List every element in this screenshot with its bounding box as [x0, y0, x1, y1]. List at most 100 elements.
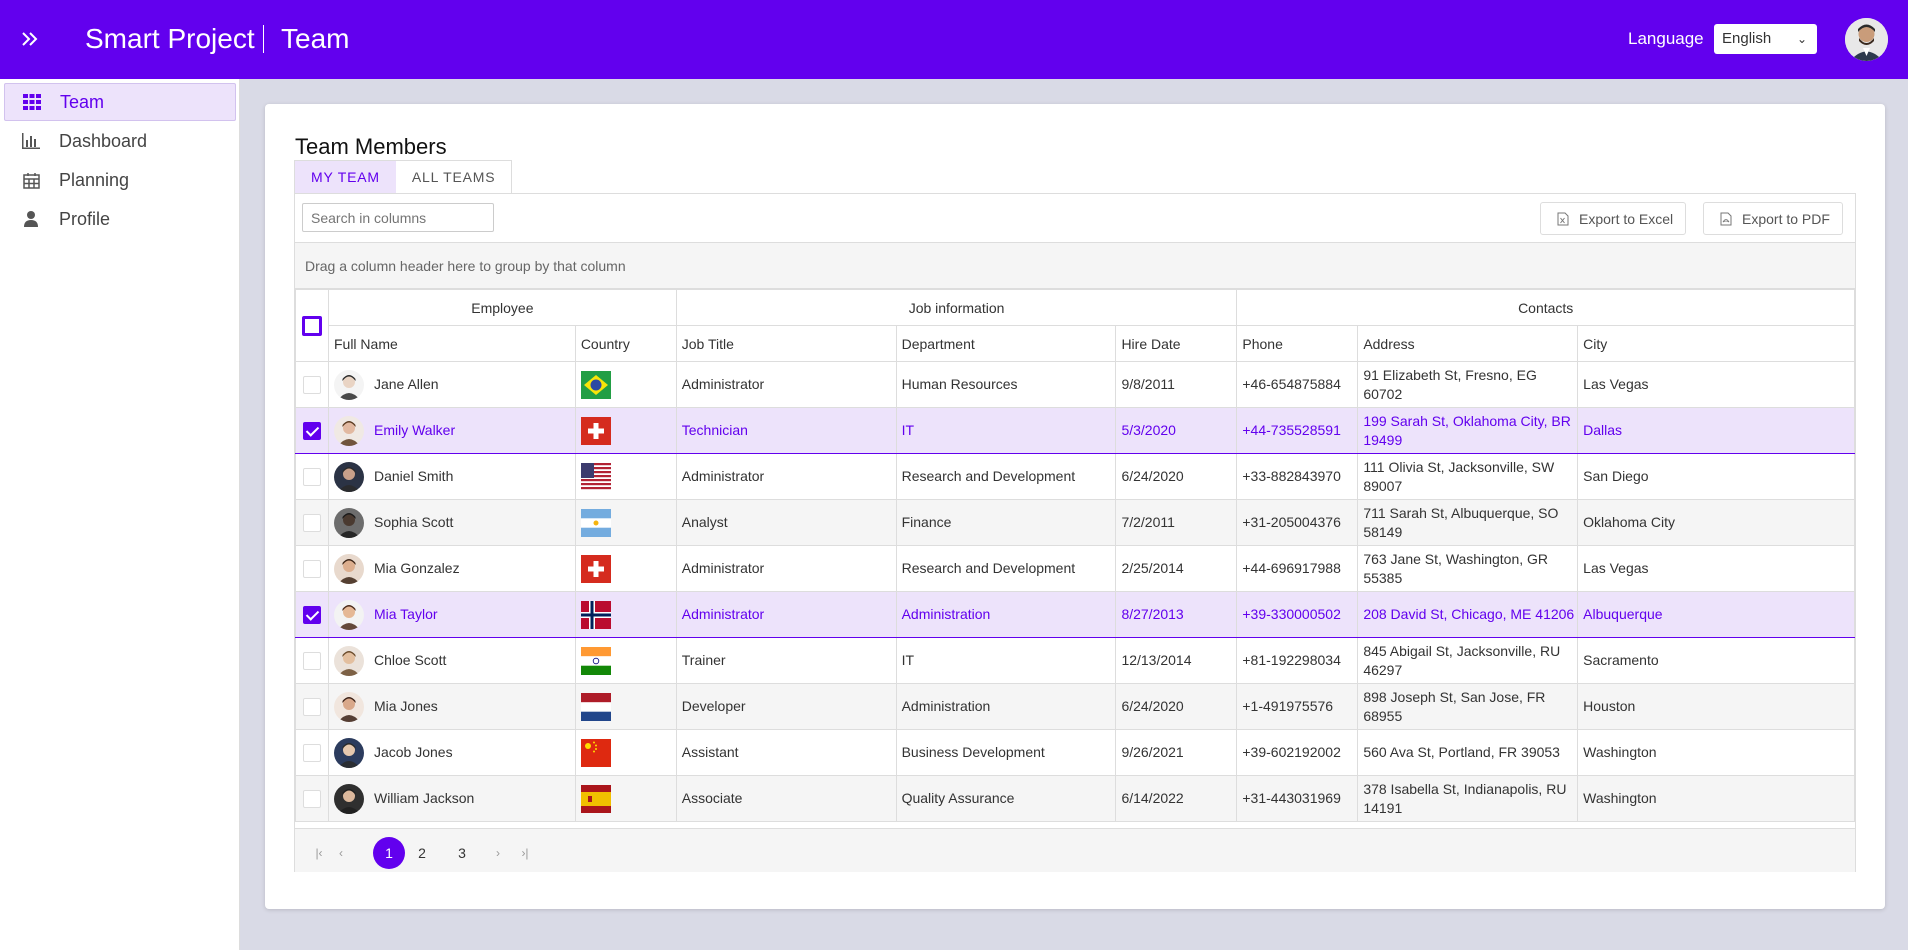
column-header-country[interactable]: Country [574, 325, 677, 362]
cell-department: IT [895, 637, 1117, 684]
user-avatar[interactable] [1845, 18, 1888, 61]
row-select-cell [295, 729, 329, 776]
group-panel[interactable]: Drag a column header here to group by th… [295, 243, 1855, 289]
row-checkbox[interactable] [302, 514, 321, 533]
row-checkbox[interactable] [302, 376, 321, 395]
column-header-city[interactable]: City [1577, 325, 1855, 362]
sidebar-item-profile[interactable]: Profile [4, 200, 236, 238]
user-icon [20, 210, 42, 228]
row-select-cell [295, 775, 329, 822]
cell-hire-date: 9/8/2011 [1115, 361, 1238, 408]
cell-city: Sacramento [1577, 637, 1855, 684]
row-checkbox[interactable] [302, 698, 321, 717]
table-row[interactable]: Emily Walker Technician IT 5/3/2020 +44-7355… [295, 407, 1855, 454]
page-button[interactable]: 2 [406, 837, 438, 869]
page-button[interactable]: 1 [373, 837, 405, 869]
cell-city: Las Vegas [1577, 361, 1855, 408]
table-row[interactable]: William Jackson Associate Quality Assuranc… [295, 775, 1855, 822]
cell-full-name: Mia Gonzalez [327, 545, 576, 592]
grid-icon [21, 93, 43, 111]
row-select-cell [295, 591, 329, 638]
search-input[interactable] [302, 203, 494, 232]
norway-flag-icon [580, 600, 611, 629]
team-table: Employee Job information Contacts Full N… [295, 289, 1855, 822]
row-checkbox[interactable] [302, 606, 321, 625]
bar-chart-icon [20, 132, 42, 150]
tab-all-teams[interactable]: ALL TEAMS [396, 161, 511, 194]
sidebar-item-dashboard[interactable]: Dashboard [4, 122, 236, 160]
row-select-cell [295, 545, 329, 592]
row-checkbox[interactable] [302, 468, 321, 487]
employee-avatar [333, 461, 364, 492]
tab-my-team[interactable]: MY TEAM [295, 161, 396, 194]
cell-address: 378 Isabella St, Indianapolis, RU 14191 [1357, 775, 1579, 822]
employee-avatar [333, 507, 364, 538]
language-select[interactable]: English ⌄ [1714, 24, 1817, 54]
cell-full-name: Jacob Jones [327, 729, 576, 776]
cell-job-title: Assistant [675, 729, 897, 776]
chevron-down-icon: ⌄ [1796, 32, 1807, 46]
sidebar-item-label: Profile [59, 208, 111, 229]
row-checkbox[interactable] [302, 560, 321, 579]
column-header-hire-date[interactable]: Hire Date [1115, 325, 1238, 362]
table-row[interactable]: Mia Jones Developer Administration 6/24/202… [295, 683, 1855, 730]
table-row[interactable]: Mia Taylor Administrator Administration 8/2… [295, 591, 1855, 638]
cell-hire-date: 5/3/2020 [1115, 407, 1238, 454]
cell-hire-date: 7/2/2011 [1115, 499, 1238, 546]
row-checkbox[interactable] [302, 652, 321, 671]
table-row[interactable]: Mia Gonzalez Administrator Research and De… [295, 545, 1855, 592]
cell-hire-date: 9/26/2021 [1115, 729, 1238, 776]
cell-department: Business Development [895, 729, 1117, 776]
row-checkbox[interactable] [302, 744, 321, 763]
column-header-address[interactable]: Address [1357, 325, 1579, 362]
sidebar-item-planning[interactable]: Planning [4, 161, 236, 199]
column-header-phone[interactable]: Phone [1236, 325, 1359, 362]
employee-name: Jane Allen [373, 376, 439, 392]
table-row[interactable]: Chloe Scott Trainer IT 12/13/2014 +81-192298… [295, 637, 1855, 684]
last-page-icon[interactable]: ›| [509, 837, 541, 869]
team-members-card: Team Members MY TEAM ALL TEAMS Export to… [265, 104, 1885, 909]
cell-job-title: Administrator [675, 361, 897, 408]
cell-job-title: Administrator [675, 545, 897, 592]
cell-city: Dallas [1577, 407, 1855, 454]
usa-flag-icon [580, 462, 611, 491]
language-label: Language [1628, 29, 1704, 48]
employee-name: William Jackson [373, 790, 475, 806]
pdf-file-icon [1720, 212, 1732, 225]
column-header-full-name[interactable]: Full Name [327, 325, 576, 362]
cell-department: Research and Development [895, 453, 1117, 500]
table-row[interactable]: Jane Allen Administrator Human Resources 9/… [295, 361, 1855, 408]
cell-country [574, 453, 677, 500]
previous-page-icon[interactable]: ‹ [325, 837, 357, 869]
select-all-checkbox[interactable] [301, 315, 322, 336]
row-checkbox[interactable] [302, 790, 321, 809]
page-button[interactable]: 3 [446, 837, 478, 869]
export-pdf-button[interactable]: Export to PDF [1703, 202, 1843, 235]
india-flag-icon [580, 646, 611, 675]
cell-full-name: Jane Allen [327, 361, 576, 408]
cell-country [574, 729, 677, 776]
table-row[interactable]: Daniel Smith Administrator Research and De… [295, 453, 1855, 500]
export-excel-button[interactable]: Export to Excel [1540, 202, 1687, 235]
column-header-department[interactable]: Department [895, 325, 1117, 362]
cell-phone: +39-330000502 [1236, 591, 1359, 638]
data-grid: Export to Excel Export to PDF Drag a col… [294, 193, 1856, 872]
cell-job-title: Analyst [675, 499, 897, 546]
cell-full-name: Chloe Scott [327, 637, 576, 684]
row-checkbox[interactable] [302, 422, 321, 441]
page-title: Team [281, 23, 350, 54]
table-row[interactable]: Jacob Jones Assistant Business Development… [295, 729, 1855, 776]
team-tabs: MY TEAM ALL TEAMS [294, 160, 513, 194]
column-header-job-title[interactable]: Job Title [675, 325, 897, 362]
cell-phone: +1-491975576 [1236, 683, 1359, 730]
menu-toggle-icon[interactable] [18, 26, 44, 52]
cell-department: Administration [895, 591, 1117, 638]
employee-avatar [333, 645, 364, 676]
sidebar-item-team[interactable]: Team [4, 83, 236, 121]
cell-phone: +33-882843970 [1236, 453, 1359, 500]
select-all-header [295, 289, 329, 362]
cell-city: Oklahoma City [1577, 499, 1855, 546]
cell-phone: +44-696917988 [1236, 545, 1359, 592]
cell-address: 560 Ava St, Portland, FR 39053 [1357, 729, 1579, 776]
table-row[interactable]: Sophia Scott Analyst Finance 7/2/2011 +31-20… [295, 499, 1855, 546]
